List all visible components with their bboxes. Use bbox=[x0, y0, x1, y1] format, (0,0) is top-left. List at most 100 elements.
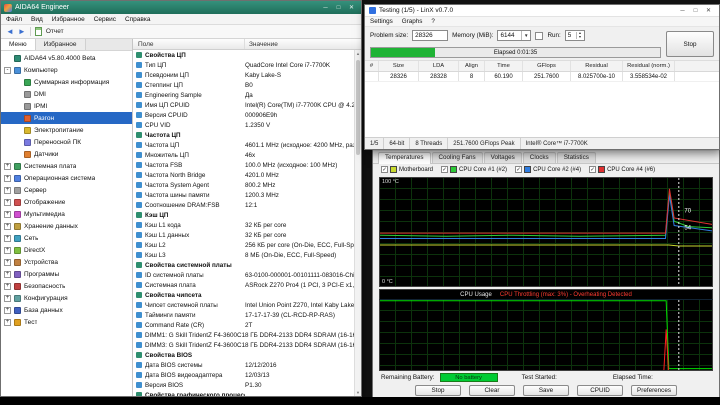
expander-icon[interactable]: + bbox=[4, 318, 11, 326]
table-row[interactable]: DIMM1: G Skill TridentZ F4-3600C17-8GTZ8… bbox=[133, 330, 361, 340]
checkbox-checked-icon[interactable]: ✓ bbox=[515, 166, 523, 173]
section-row[interactable]: Частота ЦП bbox=[133, 130, 361, 140]
back-icon[interactable]: ◄ bbox=[6, 27, 14, 36]
clear-button[interactable]: Clear bbox=[469, 385, 515, 396]
menu-item[interactable]: Избранное bbox=[52, 16, 85, 23]
tree-item[interactable]: + Сервер bbox=[1, 184, 132, 196]
tab-temperatures[interactable]: Temperatures bbox=[378, 152, 431, 164]
menu-item[interactable]: Справка bbox=[125, 16, 151, 23]
tree-item[interactable]: + Конфигурация bbox=[1, 292, 132, 304]
tree-item[interactable]: Датчики bbox=[1, 148, 132, 160]
checkbox-checked-icon[interactable]: ✓ bbox=[381, 166, 388, 173]
tree-item[interactable]: + Системная плата bbox=[1, 160, 132, 172]
expander-icon[interactable]: + bbox=[4, 282, 11, 290]
section-row[interactable]: Свойства системной платы bbox=[133, 260, 361, 270]
table-row[interactable]: Частота North Bridge 4201.0 MHz bbox=[133, 170, 361, 180]
table-row[interactable]: Частота FSB 100.0 MHz (исходное: 100 MHz) bbox=[133, 160, 361, 170]
menu-item[interactable]: Сервис bbox=[94, 16, 116, 23]
scroll-down-icon[interactable]: ▼ bbox=[355, 390, 361, 395]
table-row[interactable]: Кэш L1 кода 32 КБ per core bbox=[133, 220, 361, 230]
expander-icon[interactable]: + bbox=[4, 162, 11, 170]
section-row[interactable]: Свойства графического процессора bbox=[133, 390, 361, 396]
section-row[interactable]: Свойства BIOS bbox=[133, 350, 361, 360]
table-row[interactable]: Engineering Sample Да bbox=[133, 90, 361, 100]
forward-icon[interactable]: ► bbox=[18, 27, 26, 36]
tree-item[interactable]: + Операционная система bbox=[1, 172, 132, 184]
table-row[interactable]: CPU VID 1.2350 V bbox=[133, 120, 361, 130]
tree-item[interactable]: + Тест bbox=[1, 316, 132, 328]
tree-item[interactable]: + Мультимедиа bbox=[1, 208, 132, 220]
table-row[interactable]: Частота System Agent 800.2 MHz bbox=[133, 180, 361, 190]
menu-item[interactable]: Graphs bbox=[402, 18, 423, 25]
stop-button[interactable]: Stop bbox=[666, 31, 714, 57]
menu-item[interactable]: Settings bbox=[370, 18, 393, 25]
tree-item[interactable]: DMI bbox=[1, 88, 132, 100]
menu-item[interactable]: Вид bbox=[31, 16, 43, 23]
close-icon[interactable]: ✕ bbox=[702, 6, 715, 16]
section-row[interactable]: Свойства ЦП bbox=[133, 50, 361, 60]
table-row[interactable]: Степпинг ЦП B0 bbox=[133, 80, 361, 90]
table-row[interactable]: Тайминги памяти 17-17-17-39 (CL-RCD-RP-RA… bbox=[133, 310, 361, 320]
expander-icon[interactable]: + bbox=[4, 270, 11, 278]
table-row[interactable]: Частота шины памяти 1200.3 MHz bbox=[133, 190, 361, 200]
all-memory-checkbox[interactable] bbox=[535, 31, 544, 40]
linx-titlebar[interactable]: Testing (1/5) - LinX v0.7.0 ─ □ ✕ bbox=[365, 5, 719, 17]
tree-item[interactable]: - Компьютер bbox=[1, 64, 132, 76]
table-row[interactable]: Кэш L2 256 КБ per core (On-Die, ECC, Full… bbox=[133, 240, 361, 250]
taskbar[interactable] bbox=[0, 397, 720, 405]
checkbox-checked-icon[interactable]: ✓ bbox=[589, 166, 597, 173]
spinner-icon[interactable]: ▲ ▼ bbox=[576, 31, 582, 39]
tree-item[interactable]: + Программы bbox=[1, 268, 132, 280]
nav-tab[interactable]: Меню bbox=[1, 39, 36, 50]
table-row[interactable]: Системная плата ASRock Z270 Pro4 (1 PCI, … bbox=[133, 280, 361, 290]
save-button[interactable]: Save bbox=[523, 385, 569, 396]
nav-tab[interactable]: Избранное bbox=[35, 39, 86, 50]
expander-icon[interactable]: + bbox=[4, 306, 11, 314]
table-row[interactable]: Частота ЦП 4601.1 MHz (исходное: 4200 MHz… bbox=[133, 140, 361, 150]
tree-item[interactable]: AIDA64 v5.80.4000 Beta bbox=[1, 52, 132, 64]
run-input[interactable]: 5 ▲ ▼ bbox=[564, 30, 585, 41]
table-row[interactable]: Чипсет системной платы Intel Union Point … bbox=[133, 300, 361, 310]
cpuid-button[interactable]: CPUID bbox=[577, 385, 623, 396]
table-row[interactable]: 28326 28328 8 60.190 251.7600 8.025700e-10 3.5… bbox=[365, 72, 719, 82]
table-row[interactable]: Псевдоним ЦП Kaby Lake-S bbox=[133, 70, 361, 80]
table-row[interactable]: Имя ЦП CPUID Intel(R) Core(TM) i7-7700K C… bbox=[133, 100, 361, 110]
problem-size-input[interactable]: 28326 bbox=[412, 30, 449, 41]
table-row[interactable]: Версия BIOS P1.30 bbox=[133, 380, 361, 390]
table-row[interactable]: Соотношение DRAM:FSB 12:1 bbox=[133, 200, 361, 210]
table-row[interactable]: Кэш L3 8 МБ (On-Die, ECC, Full-Speed) bbox=[133, 250, 361, 260]
expander-icon[interactable]: + bbox=[4, 222, 11, 230]
aida64-titlebar[interactable]: AIDA64 Engineer ─ □ ✕ bbox=[1, 1, 361, 14]
section-row[interactable]: Кэш ЦП bbox=[133, 210, 361, 220]
expander-icon[interactable]: + bbox=[4, 186, 11, 194]
tree-item[interactable]: + Сеть bbox=[1, 232, 132, 244]
stop-button[interactable]: Stop bbox=[415, 385, 461, 396]
tree-item[interactable]: + Хранение данных bbox=[1, 220, 132, 232]
expander-icon[interactable]: + bbox=[4, 198, 11, 206]
table-row[interactable]: Кэш L1 данных 32 КБ per core bbox=[133, 230, 361, 240]
checkbox-checked-icon[interactable]: ✓ bbox=[441, 166, 449, 173]
menu-item[interactable]: Файл bbox=[6, 16, 22, 23]
tree-item[interactable]: Разгон bbox=[1, 112, 132, 124]
section-row[interactable]: Свойства чипсета bbox=[133, 290, 361, 300]
tree-item[interactable]: + Отображение bbox=[1, 196, 132, 208]
maximize-icon[interactable]: □ bbox=[332, 3, 345, 13]
tree-item[interactable]: + База данных bbox=[1, 304, 132, 316]
table-row[interactable]: Command Rate (CR) 2T bbox=[133, 320, 361, 330]
tab-clocks[interactable]: Clocks bbox=[522, 152, 556, 163]
expander-icon[interactable]: + bbox=[4, 234, 11, 242]
maximize-icon[interactable]: □ bbox=[689, 6, 702, 16]
table-row[interactable]: Дата BIOS видеоадаптера 12/03/13 bbox=[133, 370, 361, 380]
tree-item[interactable]: + Безопасность bbox=[1, 280, 132, 292]
tree-item[interactable]: Суммарная информация bbox=[1, 76, 132, 88]
tree-item[interactable]: Переносной ПК bbox=[1, 136, 132, 148]
expander-icon[interactable]: + bbox=[4, 210, 11, 218]
table-row[interactable]: DIMM3: G Skill TridentZ F4-3600C17-8GTZ8… bbox=[133, 340, 361, 350]
minimize-icon[interactable]: ─ bbox=[319, 3, 332, 13]
memory-select[interactable]: 6144 ▼ bbox=[497, 30, 532, 41]
expander-icon[interactable]: + bbox=[4, 294, 11, 302]
report-button[interactable]: Отчет bbox=[46, 28, 64, 35]
tree-item[interactable]: Электропитание bbox=[1, 124, 132, 136]
table-row[interactable]: Версия CPUID 000906E9h bbox=[133, 110, 361, 120]
tab-voltages[interactable]: Voltages bbox=[483, 152, 522, 163]
